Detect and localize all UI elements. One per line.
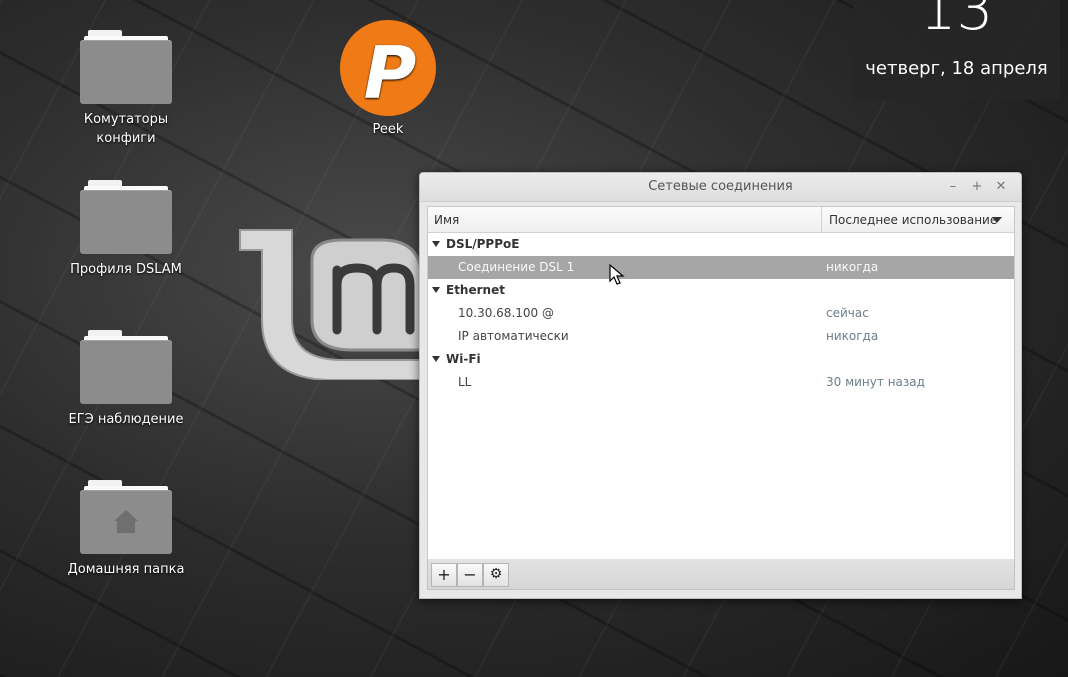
close-button[interactable]: ✕ xyxy=(992,178,1010,196)
folder-icon xyxy=(80,180,172,254)
window-title: Сетевые соединения xyxy=(648,179,793,194)
desktop-icon-label: Peek xyxy=(372,122,404,137)
group-name: Ethernet xyxy=(446,283,505,297)
column-name-header[interactable]: Имя xyxy=(428,207,822,232)
window-titlebar[interactable]: Сетевые соединения – + ✕ xyxy=(420,173,1021,202)
connection-row[interactable]: IP автоматически никогда xyxy=(428,325,1014,348)
group-row[interactable]: Ethernet xyxy=(428,279,1014,302)
peek-logo-letter: P xyxy=(364,31,417,115)
connection-name: Соединение DSL 1 xyxy=(458,260,575,274)
maximize-button[interactable]: + xyxy=(968,178,986,196)
desktop-folder-switch-configs[interactable]: Комутаторы конфиги xyxy=(56,30,196,148)
peek-app-icon: P xyxy=(340,20,436,116)
column-last-used-header[interactable]: Последнее использование xyxy=(822,207,1014,232)
column-last-used-label: Последнее использование xyxy=(829,213,998,227)
mint-logo-icon xyxy=(239,229,424,380)
connection-row[interactable]: Соединение DSL 1 никогда xyxy=(428,256,1014,279)
group-name: DSL/PPPoE xyxy=(446,237,520,251)
settings-gear-button[interactable]: ⚙ xyxy=(483,563,509,587)
remove-connection-button[interactable]: − xyxy=(457,563,483,587)
expander-down-icon[interactable] xyxy=(432,241,440,247)
desktop-icon-label: Комутаторы xyxy=(83,112,169,127)
connection-last-used: никогда xyxy=(826,329,879,343)
connections-tree[interactable]: Имя Последнее использование DSL/PPPoE Со… xyxy=(427,206,1015,561)
connection-last-used: сейчас xyxy=(826,306,869,320)
sort-arrow-icon xyxy=(992,217,1002,223)
add-connection-button[interactable]: + xyxy=(431,563,457,587)
home-icon xyxy=(114,510,138,533)
expander-down-icon[interactable] xyxy=(432,287,440,293)
connection-last-used: 30 минут назад xyxy=(826,375,925,389)
column-header-row: Имя Последнее использование xyxy=(428,207,1014,233)
connection-last-used: никогда xyxy=(826,260,879,274)
group-row[interactable]: Wi-Fi xyxy=(428,348,1014,371)
folder-icon xyxy=(80,30,172,104)
desktop-launcher-peek[interactable]: P Peek xyxy=(318,20,458,139)
desktop-folder-ege[interactable]: ЕГЭ наблюдение xyxy=(56,330,196,429)
desktop-icon-label: ЕГЭ наблюдение xyxy=(68,412,184,427)
connections-toolbar: + − ⚙ xyxy=(427,559,1015,590)
mouse-pointer-icon xyxy=(609,264,625,285)
connection-name: IP автоматически xyxy=(458,329,569,343)
desktop-icon-label: конфиги xyxy=(96,131,156,146)
desktop-icon-label: Профиля DSLAM xyxy=(70,262,182,277)
desktop-folder-dslam-profiles[interactable]: Профиля DSLAM xyxy=(56,180,196,279)
home-folder-icon xyxy=(80,480,172,554)
connection-row[interactable]: 10.30.68.100 @ сейчас xyxy=(428,302,1014,325)
desktop-icon-label: Домашняя папка xyxy=(67,562,185,577)
clock-date: четверг, 18 апреля xyxy=(865,58,1048,79)
connection-name: 10.30.68.100 @ xyxy=(458,306,554,320)
desktop-folder-home[interactable]: Домашняя папка xyxy=(56,480,196,579)
connection-row[interactable]: LL 30 минут назад xyxy=(428,371,1014,394)
connection-name: LL xyxy=(458,375,472,389)
group-row[interactable]: DSL/PPPoE xyxy=(428,233,1014,256)
clock-widget: 13 четверг, 18 апреля xyxy=(853,0,1060,100)
minimize-button[interactable]: – xyxy=(944,178,962,196)
network-connections-window: Сетевые соединения – + ✕ Имя Последнее и… xyxy=(419,172,1022,599)
group-name: Wi-Fi xyxy=(446,352,481,366)
expander-down-icon[interactable] xyxy=(432,356,440,362)
folder-icon xyxy=(80,330,172,404)
clock-time: 13 xyxy=(919,0,994,43)
column-name-label: Имя xyxy=(434,213,460,227)
